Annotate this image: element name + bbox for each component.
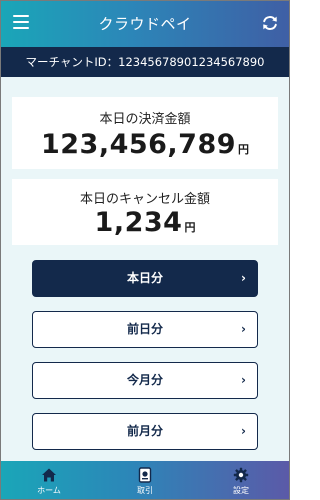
today-sales-amount-row: 123,456,789 円 bbox=[12, 129, 278, 160]
bottom-tab-bar: ホーム 取引 設定 bbox=[1, 461, 289, 499]
today-sales-amount: 123,456,789 bbox=[40, 129, 237, 160]
tab-transactions[interactable]: 取引 bbox=[97, 461, 193, 499]
tab-home[interactable]: ホーム bbox=[1, 461, 97, 499]
refresh-icon[interactable] bbox=[261, 14, 279, 32]
today-cancel-amount: 1,234 bbox=[94, 207, 183, 238]
gear-icon bbox=[233, 467, 249, 483]
this-month-button[interactable]: 今月分 › bbox=[32, 362, 258, 399]
today-button[interactable]: 本日分 › bbox=[32, 260, 258, 297]
last-month-button-label: 前月分 bbox=[126, 424, 163, 438]
chevron-right-icon: › bbox=[241, 271, 246, 285]
transaction-icon bbox=[138, 467, 152, 483]
tab-home-label: ホーム bbox=[37, 486, 61, 495]
home-icon bbox=[42, 468, 56, 482]
chevron-right-icon: › bbox=[241, 322, 246, 336]
today-sales-card: 本日の決済金額 123,456,789 円 bbox=[12, 97, 278, 169]
chevron-right-icon: › bbox=[241, 424, 246, 438]
merchant-id-bar: マーチャントID：12345678901234567890 bbox=[1, 47, 289, 77]
app-header: クラウドペイ bbox=[1, 1, 289, 47]
today-sales-label: 本日の決済金額 bbox=[99, 112, 191, 127]
last-month-button[interactable]: 前月分 › bbox=[32, 413, 258, 450]
tab-transactions-label: 取引 bbox=[137, 486, 153, 495]
this-month-button-label: 今月分 bbox=[126, 373, 163, 387]
today-button-label: 本日分 bbox=[126, 271, 163, 285]
app-title: クラウドペイ bbox=[98, 15, 192, 33]
tab-settings[interactable]: 設定 bbox=[193, 461, 289, 499]
tab-settings-label: 設定 bbox=[233, 486, 249, 495]
today-cancel-label: 本日のキャンセル金額 bbox=[79, 192, 210, 207]
today-cancel-unit: 円 bbox=[184, 221, 196, 234]
today-cancel-card: 本日のキャンセル金額 1,234 円 bbox=[12, 179, 278, 245]
yesterday-button-label: 前日分 bbox=[126, 322, 163, 336]
chevron-right-icon: › bbox=[241, 373, 246, 387]
today-sales-unit: 円 bbox=[238, 143, 250, 156]
yesterday-button[interactable]: 前日分 › bbox=[32, 311, 258, 348]
app-frame: クラウドペイ マーチャントID：12345678901234567890 本日の… bbox=[0, 0, 290, 500]
today-cancel-amount-row: 1,234 円 bbox=[12, 207, 278, 238]
